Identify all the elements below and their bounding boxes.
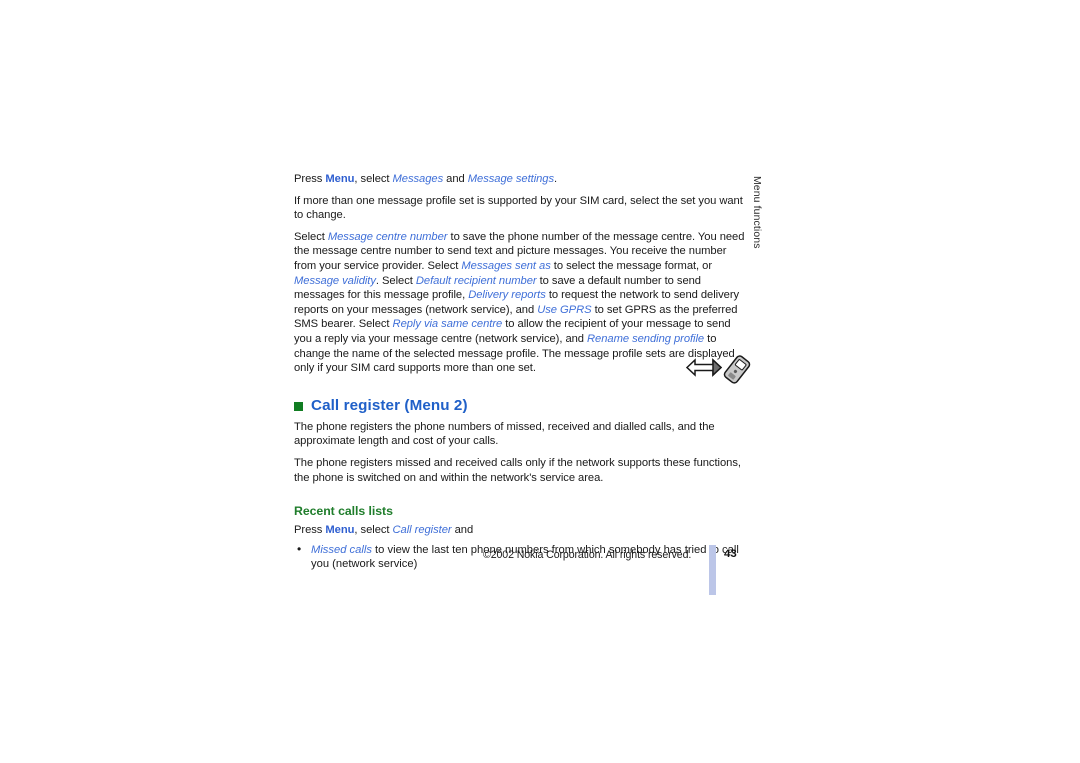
press-mid: , select [354, 524, 393, 537]
menu-item-messages-sent-as: Messages sent as [461, 259, 551, 272]
page-number-bar [709, 545, 716, 595]
document-page: Menu functions Press Menu, select Messag… [0, 0, 1080, 763]
menu-item-message-settings: Message settings [467, 173, 555, 185]
t1: Select [294, 230, 328, 243]
menu-item-messages: Messages [392, 173, 444, 185]
menu-item-delivery-reports: Delivery reports [468, 289, 546, 302]
text-post: . [554, 173, 558, 185]
keyword-menu: Menu [325, 173, 355, 185]
press-post: and [451, 524, 474, 537]
green-square-bullet-icon [294, 401, 303, 411]
menu-item-call-register: Call register [392, 524, 452, 537]
text-pre: Press [294, 173, 326, 185]
paragraph-profile-set: If more than one message profile set is … [294, 194, 743, 222]
t3: to select the message format, or [550, 259, 713, 272]
press-pre: Press [294, 524, 326, 537]
menu-item-message-validity: Message validity [294, 274, 376, 287]
menu-item-use-gprs: Use GPRS [537, 303, 592, 316]
menu-item-reply-via-same-centre: Reply via same centre [392, 318, 503, 331]
paragraph-press-menu-call-register: Press Menu, select Call register and [294, 523, 749, 538]
copyright-notice: ©2002 Nokia Corporation. All rights rese… [483, 549, 692, 561]
menu-item-message-centre-number: Message centre number [327, 230, 448, 243]
menu-item-rename-sending-profile: Rename sending profile [587, 332, 705, 345]
page-number: 43 [724, 548, 737, 560]
running-head-label: Menu functions [751, 176, 762, 249]
section-heading-label: Call register (Menu 2) [311, 396, 468, 414]
t4: . Select [375, 274, 416, 287]
text-mid-1: , select [354, 173, 393, 185]
subheading-recent-calls-lists: Recent calls lists [294, 504, 393, 519]
text-column: Press Menu, select Messages and Message … [294, 172, 749, 576]
page-footer: ©2002 Nokia Corporation. All rights rese… [294, 545, 749, 595]
menu-item-default-recipient-number: Default recipient number [415, 274, 537, 287]
paragraph-call-register-conditions: The phone registers missed and received … [294, 456, 741, 484]
text-mid-2: and [443, 173, 468, 185]
paragraph-message-centre-settings: Select Message centre number to save the… [294, 230, 749, 376]
running-head: Menu functions [751, 176, 762, 249]
paragraph-call-register-intro: The phone registers the phone numbers of… [294, 420, 715, 448]
paragraph-press-menu-messages: Press Menu, select Messages and Message … [294, 172, 749, 187]
section-heading-call-register: Call register (Menu 2) [294, 397, 749, 414]
keyword-menu-2: Menu [325, 524, 355, 537]
